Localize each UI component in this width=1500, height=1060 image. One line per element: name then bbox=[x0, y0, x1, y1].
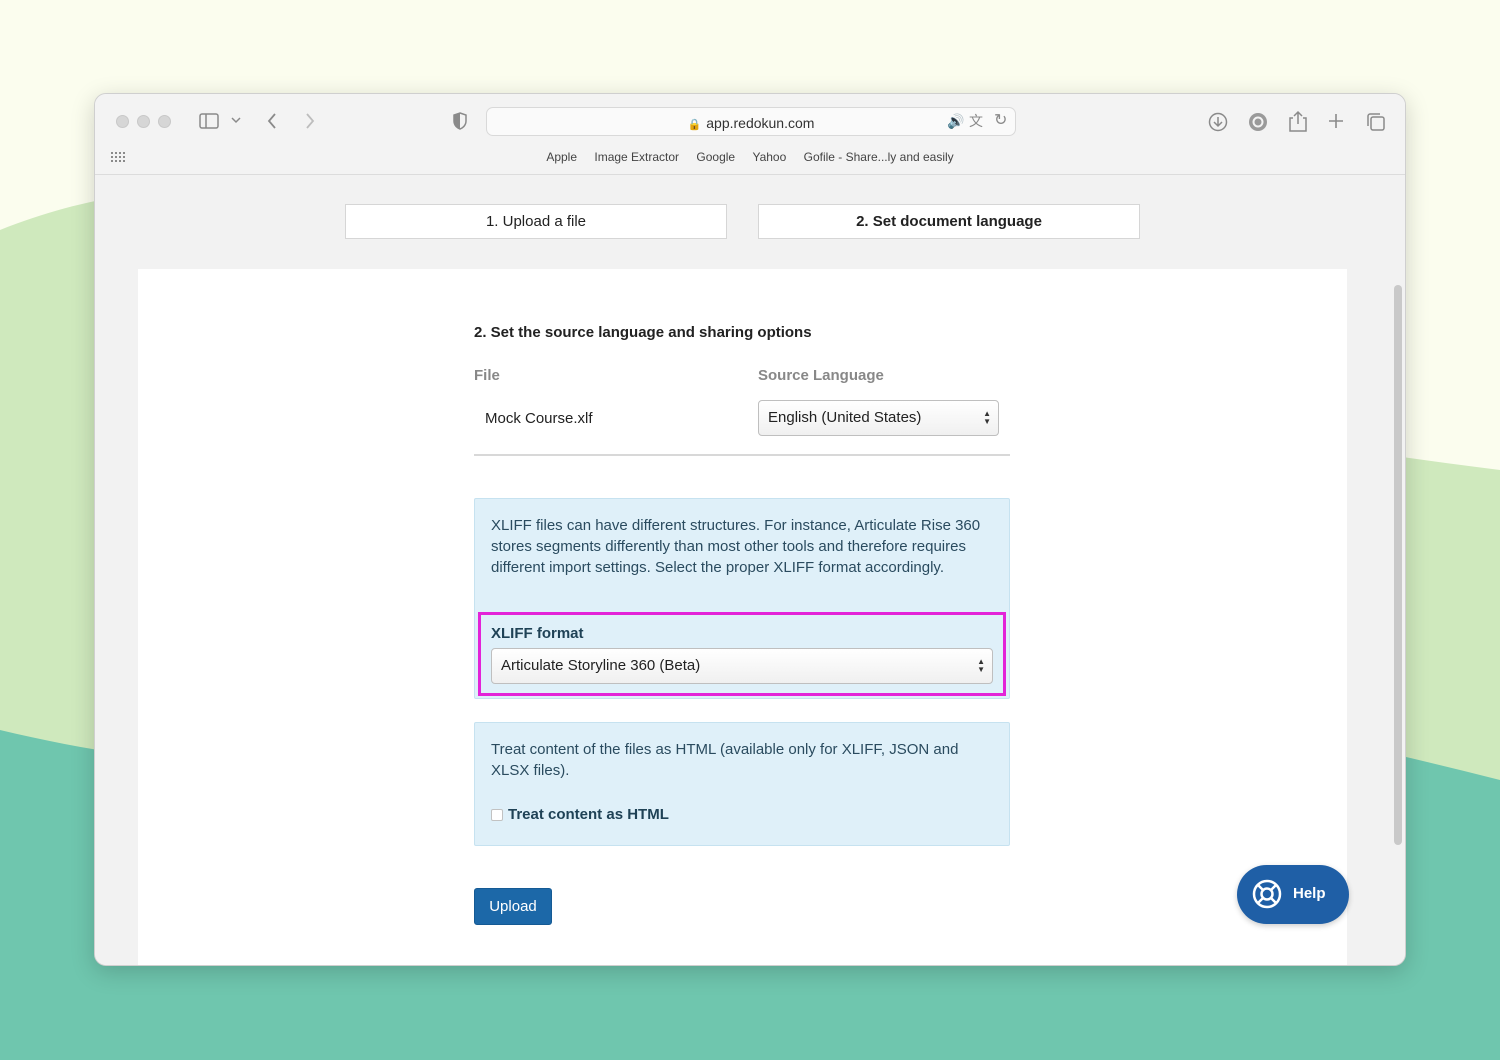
window-zoom-button[interactable] bbox=[158, 115, 171, 128]
bookmark-image-extractor[interactable]: Image Extractor bbox=[594, 150, 679, 164]
bookmarks-bar: Apple Image Extractor Google Yahoo Gofil… bbox=[95, 150, 1405, 164]
back-icon[interactable] bbox=[267, 112, 277, 130]
xliff-format-label: XLIFF format bbox=[491, 625, 584, 642]
address-bar[interactable]: 🔒 app.redokun.com 🔊 文 ↻ bbox=[486, 107, 1016, 136]
url-label: app.redokun.com bbox=[706, 115, 815, 131]
chevron-down-icon[interactable] bbox=[231, 117, 241, 124]
file-name: Mock Course.xlf bbox=[485, 410, 593, 427]
upload-button[interactable]: Upload bbox=[474, 888, 552, 925]
extension-icon[interactable] bbox=[1248, 112, 1268, 132]
html-option-box: Treat content of the files as HTML (avai… bbox=[474, 722, 1010, 846]
source-language-value: English (United States) bbox=[768, 409, 922, 426]
new-tab-icon[interactable] bbox=[1327, 112, 1345, 130]
page-scrollbar[interactable] bbox=[1394, 285, 1402, 845]
downloads-icon[interactable] bbox=[1208, 112, 1228, 132]
reload-icon[interactable]: ↻ bbox=[994, 113, 1007, 129]
form-panel: 2. Set the source language and sharing o… bbox=[138, 269, 1347, 965]
sidebar-icon[interactable] bbox=[199, 113, 219, 129]
xliff-info-text: XLIFF files can have different structure… bbox=[491, 517, 981, 576]
translate-icon[interactable]: 文 bbox=[969, 114, 983, 128]
row-divider bbox=[474, 454, 1010, 456]
help-label: Help bbox=[1293, 885, 1326, 902]
treat-as-html-label[interactable]: Treat content as HTML bbox=[508, 804, 669, 825]
select-arrows-icon: ▲ ▼ bbox=[983, 409, 991, 426]
bookmark-apple[interactable]: Apple bbox=[546, 150, 577, 164]
url-text: 🔒 app.redokun.com bbox=[487, 115, 1015, 131]
bookmark-google[interactable]: Google bbox=[696, 150, 735, 164]
window-minimize-button[interactable] bbox=[137, 115, 150, 128]
treat-as-html-checkbox[interactable] bbox=[491, 809, 503, 821]
window-close-button[interactable] bbox=[116, 115, 129, 128]
step-set-document-language[interactable]: 2. Set document language bbox=[758, 204, 1140, 239]
speaker-icon[interactable]: 🔊 bbox=[947, 114, 964, 128]
privacy-shield-icon[interactable] bbox=[453, 112, 467, 130]
form-title: 2. Set the source language and sharing o… bbox=[474, 324, 812, 341]
xliff-format-box: XLIFF files can have different structure… bbox=[474, 498, 1010, 699]
forward-icon[interactable] bbox=[305, 112, 315, 130]
help-button[interactable]: Help bbox=[1237, 865, 1349, 924]
file-column-label: File bbox=[474, 367, 500, 384]
browser-window: 🔒 app.redokun.com 🔊 文 ↻ Apple Image Extra… bbox=[94, 93, 1406, 966]
html-info-text: Treat content of the files as HTML (avai… bbox=[491, 741, 959, 779]
browser-toolbar: 🔒 app.redokun.com 🔊 文 ↻ Apple Image Extra… bbox=[95, 94, 1405, 175]
xliff-format-value: Articulate Storyline 360 (Beta) bbox=[501, 657, 701, 674]
select-arrows-icon: ▲ ▼ bbox=[977, 657, 985, 674]
page-content: 1. Upload a file 2. Set document languag… bbox=[95, 175, 1405, 965]
step-upload-file[interactable]: 1. Upload a file bbox=[345, 204, 727, 239]
source-language-column-label: Source Language bbox=[758, 367, 884, 384]
tab-overview-icon[interactable] bbox=[1366, 112, 1386, 132]
source-language-select[interactable]: English (United States) ▲ ▼ bbox=[758, 400, 999, 436]
lifebuoy-icon bbox=[1251, 878, 1283, 914]
xliff-format-select[interactable]: Articulate Storyline 360 (Beta) ▲ ▼ bbox=[491, 648, 993, 684]
share-icon[interactable] bbox=[1289, 110, 1307, 132]
lock-icon: 🔒 bbox=[687, 119, 702, 131]
bookmark-yahoo[interactable]: Yahoo bbox=[752, 150, 786, 164]
bookmark-gofile[interactable]: Gofile - Share...ly and easily bbox=[804, 150, 954, 164]
